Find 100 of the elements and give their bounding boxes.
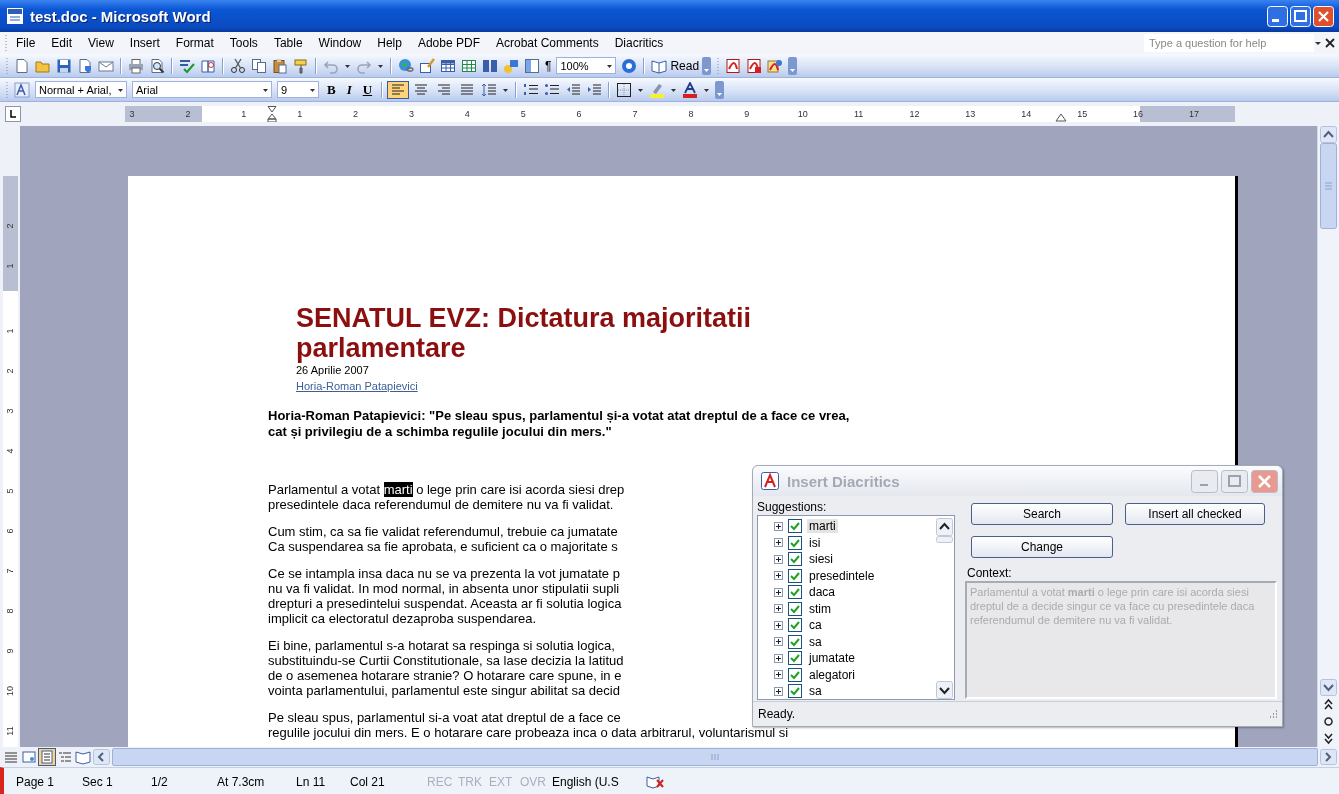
tree-item[interactable]: daca — [807, 585, 838, 600]
tree-item[interactable]: jumatate — [807, 651, 858, 666]
scroll-up-icon[interactable] — [936, 518, 953, 536]
outline-view-icon[interactable] — [57, 749, 73, 765]
checkbox[interactable] — [788, 519, 802, 534]
normal-view-icon[interactable] — [3, 749, 19, 765]
book-icon[interactable] — [198, 57, 218, 74]
tab-stop-icon[interactable] — [5, 106, 21, 122]
checkbox[interactable] — [788, 651, 802, 666]
toolbar-options-icon[interactable] — [786, 56, 800, 75]
scissors-icon[interactable] — [228, 57, 248, 74]
grip-icon — [711, 753, 719, 761]
spreadsheet-icon[interactable] — [459, 57, 479, 74]
read-button[interactable]: Read — [649, 57, 700, 74]
font-size-field[interactable]: 9 — [277, 81, 319, 98]
checkbox[interactable] — [788, 601, 802, 616]
italic-button[interactable]: I — [341, 79, 357, 100]
tree-item[interactable]: siesi — [807, 552, 835, 567]
dialog-button[interactable]: Change — [971, 536, 1113, 558]
copy-icon[interactable] — [249, 57, 269, 74]
tree-item[interactable]: stim — [807, 601, 833, 616]
dialog-button[interactable]: Search — [971, 503, 1113, 525]
tree-item[interactable]: marti — [807, 519, 838, 534]
checkbox[interactable] — [788, 684, 802, 699]
expand-icon[interactable] — [774, 538, 783, 548]
expand-icon[interactable] — [774, 637, 783, 647]
menu-item[interactable]: Format — [167, 34, 222, 52]
checkbox[interactable] — [788, 568, 802, 583]
toolbar-options-icon[interactable] — [700, 56, 714, 75]
checkbox[interactable] — [788, 618, 802, 633]
menu-item[interactable]: File — [8, 34, 44, 52]
table-grid-icon[interactable] — [438, 57, 458, 74]
tree-item[interactable]: alegatori — [807, 667, 858, 682]
scroll-thumb[interactable] — [936, 536, 953, 543]
scroll-thumb[interactable] — [112, 748, 1318, 766]
menu-item[interactable]: Window — [310, 34, 370, 52]
scroll-left-icon[interactable] — [93, 749, 110, 765]
book-cross-icon[interactable] — [646, 773, 664, 790]
checkbox[interactable] — [788, 552, 802, 567]
checkbox[interactable] — [788, 585, 802, 600]
checkbox[interactable] — [788, 634, 802, 649]
bold-button[interactable]: B — [322, 79, 341, 100]
hyperlink-globe-icon[interactable] — [396, 57, 416, 74]
shapes-icon[interactable] — [501, 57, 521, 74]
align-left-icon[interactable] — [387, 80, 410, 99]
scroll-down-icon[interactable] — [936, 681, 953, 699]
font-field[interactable]: Arial — [132, 81, 272, 98]
ruler-number: 17 — [1187, 109, 1200, 119]
menu-item[interactable]: View — [80, 34, 122, 52]
menu-item[interactable]: Acrobat Comments — [488, 34, 607, 52]
pencil-table-icon[interactable] — [417, 57, 437, 74]
ruler-number: 2 — [184, 109, 192, 119]
style-field[interactable]: Normal + Arial, — [35, 81, 127, 98]
tree-item[interactable]: sa — [807, 634, 824, 649]
menu-item[interactable]: Table — [265, 34, 311, 52]
columns-icon[interactable] — [480, 57, 500, 74]
tree-item[interactable]: sa — [807, 684, 824, 699]
web-view-icon[interactable] — [21, 749, 37, 765]
spelling-check-icon[interactable] — [177, 57, 197, 74]
checkbox[interactable] — [788, 535, 802, 550]
document-map-icon[interactable] — [522, 57, 542, 74]
menu-item[interactable]: Edit — [43, 34, 81, 52]
expand-icon[interactable] — [774, 554, 783, 564]
menu-item[interactable]: Insert — [121, 34, 168, 52]
expand-icon[interactable] — [774, 670, 783, 680]
menu-item[interactable]: Diacritics — [606, 34, 672, 52]
help-search-field[interactable]: Type a question for help — [1144, 34, 1314, 52]
expand-icon[interactable] — [774, 521, 783, 531]
scroll-thumb[interactable] — [1320, 143, 1337, 229]
menu-item[interactable]: Help — [369, 34, 410, 52]
status-text: Sec 1 — [82, 774, 114, 789]
toolbar-options-icon[interactable] — [713, 80, 727, 99]
ruler-number: 2 — [4, 223, 16, 229]
status-text: At 7.3cm — [217, 774, 266, 789]
clipboard-icon[interactable] — [270, 57, 290, 74]
show-formatting-button[interactable]: ¶ — [543, 58, 554, 73]
underline-button[interactable]: U — [357, 79, 378, 100]
menu-item[interactable]: Adobe PDF — [409, 34, 488, 52]
menu-item[interactable]: Tools — [221, 34, 266, 52]
text-line: Ca suspendarea sa fie aprobata, e suficient ca o majoritate s — [268, 539, 618, 554]
tree-item[interactable]: isi — [807, 535, 823, 550]
dialog-button[interactable]: Insert all checked — [1125, 503, 1265, 525]
expand-icon[interactable] — [774, 571, 783, 581]
tree-item[interactable]: presedintele — [807, 568, 877, 583]
checkbox[interactable] — [788, 667, 802, 682]
styles-pane-icon[interactable] — [12, 81, 32, 98]
expand-icon[interactable] — [774, 587, 783, 597]
author-link[interactable]: Horia-Roman Patapievici — [296, 379, 418, 394]
tree-item[interactable]: ca — [807, 618, 824, 633]
print-layout-icon[interactable] — [39, 749, 55, 765]
indent-marker-icon[interactable] — [267, 106, 277, 122]
expand-icon[interactable] — [774, 653, 783, 663]
ruler-number: 9 — [4, 648, 16, 654]
expand-icon[interactable] — [774, 604, 783, 614]
reading-layout-icon[interactable] — [75, 749, 91, 765]
printer-icon[interactable] — [126, 57, 146, 74]
expand-icon[interactable] — [774, 620, 783, 630]
zoom-field[interactable]: 100% — [556, 57, 617, 74]
scroll-right-icon[interactable] — [1320, 749, 1337, 765]
expand-icon[interactable] — [774, 686, 783, 696]
